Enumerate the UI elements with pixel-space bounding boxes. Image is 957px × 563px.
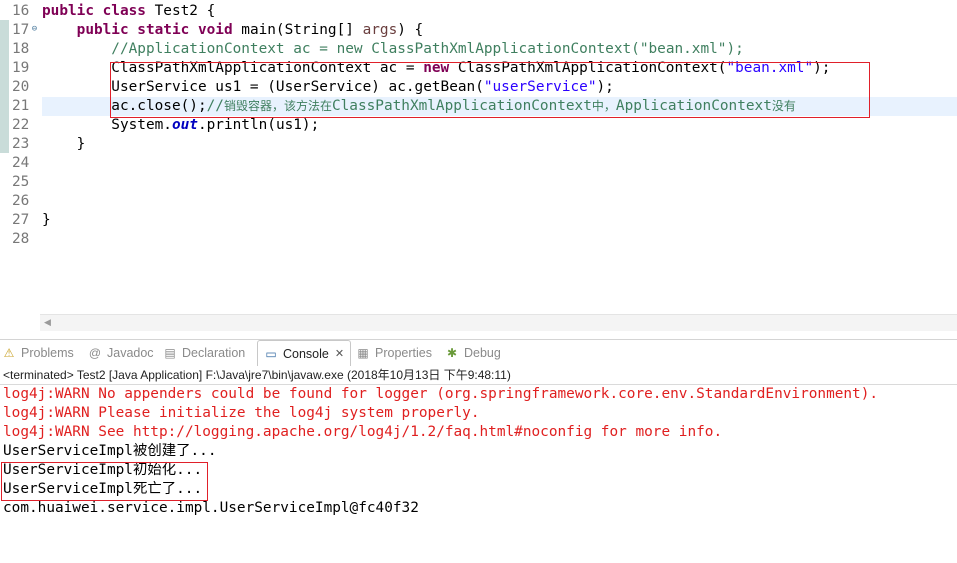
code-line[interactable]: 16 public class Test2 { <box>0 2 957 21</box>
code-text: public static void main(String[] args) { <box>42 21 424 40</box>
line-number: 22 <box>12 117 30 133</box>
code-line[interactable]: 25 <box>0 173 957 192</box>
code-text: } <box>42 135 86 154</box>
code-text: System.out.println(us1); <box>42 116 319 135</box>
code-text: public class Test2 { <box>42 2 215 21</box>
tab-problems[interactable]: ⚠ Problems <box>2 340 74 366</box>
debug-icon: ✱ <box>446 346 458 360</box>
code-token: System. <box>42 117 172 133</box>
line-number: 16 <box>12 3 30 19</box>
line-number: 20 <box>12 79 30 95</box>
tab-label: Properties <box>375 346 432 360</box>
code-line[interactable]: 24 <box>0 154 957 173</box>
tab-javadoc[interactable]: @ Javadoc <box>88 340 154 366</box>
console-error-line: log4j:WARN Please initialize the log4j s… <box>3 405 480 421</box>
line-number: 23 <box>12 136 30 152</box>
properties-icon: ▦ <box>357 346 369 360</box>
code-line[interactable]: 23 } <box>0 135 957 154</box>
code-line[interactable]: 28 <box>0 230 957 249</box>
views-tab-bar: ⚠ Problems @ Javadoc ▤ Declaration ▭ Console ✕ ▦ P… <box>0 339 957 367</box>
tab-declaration[interactable]: ▤ Declaration <box>163 340 245 366</box>
tab-label: Declaration <box>182 346 246 360</box>
code-line[interactable]: 27} <box>0 211 957 230</box>
line-number: 24 <box>12 155 30 171</box>
code-token: = new ClassPathXmlApplicationContext("be… <box>310 41 744 57</box>
console-error-line: log4j:WARN No appenders could be found f… <box>3 386 879 402</box>
annotation-box-code <box>110 62 870 118</box>
fold-toggle-icon[interactable]: ⊖ <box>30 25 39 34</box>
javadoc-icon: @ <box>88 346 102 360</box>
line-number: 18 <box>12 41 30 57</box>
scroll-left-icon[interactable]: ◀ <box>44 318 51 328</box>
code-line[interactable]: 17 ⊖ public static void main(String[] arg… <box>0 21 957 40</box>
code-token: args <box>362 22 398 38</box>
code-editor[interactable]: 16 public class Test2 {17 ⊖ public static … <box>0 0 957 331</box>
line-number: 21 <box>12 98 30 114</box>
annotation-box-console <box>1 462 208 501</box>
code-token: Test2 { <box>154 3 216 19</box>
code-token: public class <box>42 3 155 19</box>
tab-label: Console <box>283 347 329 361</box>
tab-properties[interactable]: ▦ Properties <box>356 340 432 366</box>
code-line[interactable]: 22 System.out.println(us1); <box>0 116 957 135</box>
code-text: //ApplicationContext ac = new ClassPathX… <box>42 40 744 59</box>
code-token: out <box>171 117 198 133</box>
code-token: //ApplicationContext <box>42 41 294 57</box>
console-output-line: UserServiceImpl被创建了... <box>3 443 217 459</box>
code-token: ac <box>293 41 311 57</box>
code-token: } <box>42 212 51 228</box>
code-text: } <box>42 211 51 230</box>
tab-debug[interactable]: ✱ Debug <box>445 340 501 366</box>
code-token: ) { <box>397 22 424 38</box>
line-number: 27 <box>12 212 30 228</box>
code-token: main(String[] <box>241 22 363 38</box>
line-number: 26 <box>12 193 30 209</box>
code-token: public static void <box>76 22 242 38</box>
close-icon[interactable]: ✕ <box>335 341 344 367</box>
declaration-icon: ▤ <box>164 346 176 360</box>
line-number: 25 <box>12 174 30 190</box>
code-line[interactable]: 18 //ApplicationContext ac = new ClassPa… <box>0 40 957 59</box>
tab-label: Javadoc <box>107 346 154 360</box>
tab-label: Problems <box>21 346 74 360</box>
line-number: 19 <box>12 60 30 76</box>
code-line[interactable]: 26 <box>0 192 957 211</box>
console-error-line: log4j:WARN See http://logging.apache.org… <box>3 424 723 440</box>
console-output-line: com.huaiwei.service.impl.UserServiceImpl… <box>3 500 419 516</box>
tab-label: Debug <box>464 346 501 360</box>
line-number: 17 <box>12 22 30 38</box>
console-status: <terminated> Test2 [Java Application] F:… <box>0 366 957 385</box>
line-number: 28 <box>12 231 30 247</box>
problems-icon: ⚠ <box>3 346 15 360</box>
tab-console[interactable]: ▭ Console ✕ <box>257 340 352 367</box>
horizontal-scrollbar[interactable]: ◀ <box>40 314 957 331</box>
console-icon: ▭ <box>265 347 277 361</box>
code-token: } <box>42 136 86 152</box>
code-token: .println(us1); <box>197 117 320 133</box>
